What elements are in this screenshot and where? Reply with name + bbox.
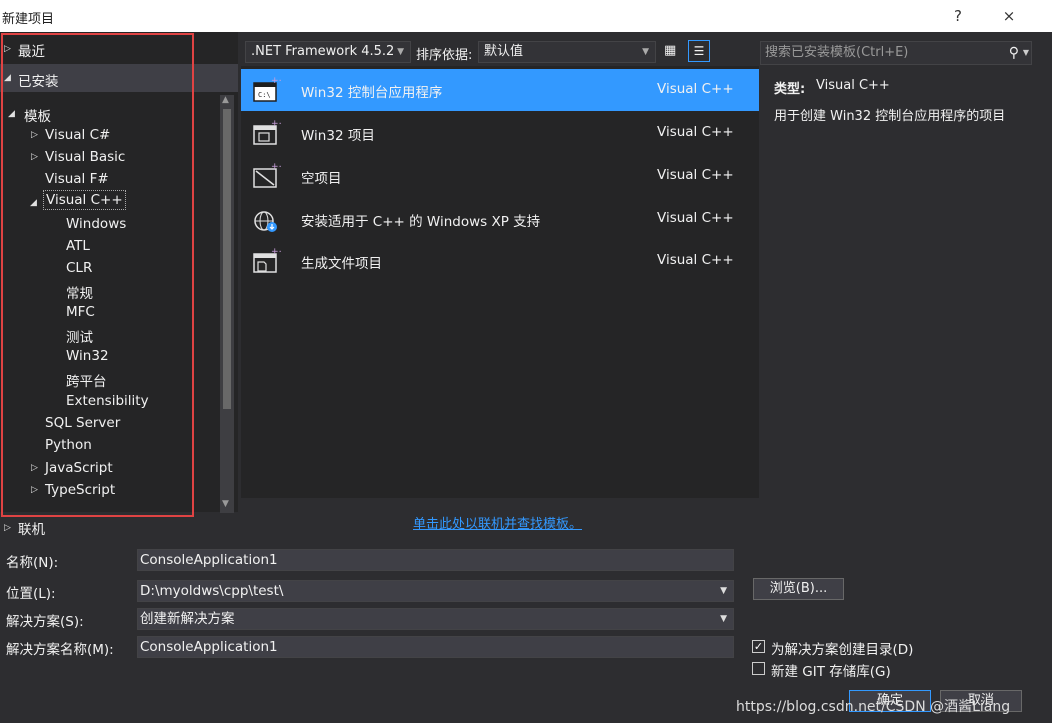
grid-view-icon[interactable]: ▦ bbox=[664, 43, 680, 59]
tree-item-online[interactable]: 联机 bbox=[18, 518, 45, 538]
title-bar: 新建项目 ? × bbox=[0, 0, 1052, 32]
search-icon[interactable]: ⚲ bbox=[1009, 42, 1019, 64]
name-field[interactable]: ConsoleApplication1 bbox=[137, 549, 734, 571]
close-button[interactable]: × bbox=[995, 4, 1023, 28]
template-row[interactable]: ++ 生成文件项目 Visual C++ bbox=[241, 240, 759, 282]
template-description: 用于创建 Win32 控制台应用程序的项目 bbox=[774, 109, 1006, 124]
template-list: C:\ ++ Win32 控制台应用程序 Visual C++ ++ Win32… bbox=[241, 66, 759, 498]
template-name: 空项目 bbox=[301, 171, 342, 187]
scroll-down-icon[interactable]: ▼ bbox=[222, 499, 229, 509]
template-row[interactable]: ++ Win32 项目 Visual C++ bbox=[241, 112, 759, 154]
location-label: 位置(L): bbox=[6, 586, 56, 602]
expand-arrow-icon[interactable]: ▷ bbox=[4, 523, 11, 533]
svg-text:++: ++ bbox=[271, 247, 281, 257]
location-value: D:\myoldws\cpp\test\ bbox=[140, 583, 284, 599]
template-language: Visual C++ bbox=[657, 81, 734, 97]
search-placeholder: 搜索已安装模板(Ctrl+E) bbox=[765, 45, 909, 60]
template-row[interactable]: ++ 空项目 Visual C++ bbox=[241, 155, 759, 197]
framework-select[interactable]: .NET Framework 4.5.2 ▼ bbox=[245, 41, 411, 63]
template-name: 安装适用于 C++ 的 Windows XP 支持 bbox=[301, 214, 541, 230]
type-label: 类型: bbox=[774, 82, 806, 97]
template-language: Visual C++ bbox=[657, 124, 734, 140]
template-name: 生成文件项目 bbox=[301, 256, 382, 272]
chevron-down-icon: ▼ bbox=[642, 47, 649, 57]
svg-text:++: ++ bbox=[271, 76, 281, 86]
template-row[interactable]: 安装适用于 C++ 的 Windows XP 支持 Visual C++ bbox=[241, 198, 759, 240]
red-highlight-box bbox=[1, 33, 194, 517]
win32-project-icon: ++ bbox=[253, 119, 281, 145]
globe-download-icon bbox=[254, 211, 277, 232]
template-name: Win32 控制台应用程序 bbox=[301, 85, 443, 101]
window-title: 新建项目 bbox=[2, 12, 55, 27]
solution-value: 创建新解决方案 bbox=[140, 611, 235, 627]
svg-text:C:\: C:\ bbox=[258, 91, 271, 99]
template-row[interactable]: C:\ ++ Win32 控制台应用程序 Visual C++ bbox=[241, 69, 759, 111]
console-app-icon: C:\ ++ bbox=[253, 76, 281, 102]
svg-text:++: ++ bbox=[271, 119, 281, 129]
details-panel: 类型: Visual C++ 用于创建 Win32 控制台应用程序的项目 bbox=[760, 66, 1052, 506]
search-box[interactable]: 搜索已安装模板(Ctrl+E) ⚲ ▼ bbox=[760, 41, 1032, 65]
solution-name-value: ConsoleApplication1 bbox=[140, 639, 278, 655]
name-value: ConsoleApplication1 bbox=[140, 552, 278, 568]
framework-value: .NET Framework 4.5.2 bbox=[251, 44, 395, 59]
solution-select[interactable]: 创建新解决方案 ▼ bbox=[137, 608, 734, 630]
template-language: Visual C++ bbox=[657, 210, 734, 226]
git-label: 新建 GIT 存储库(G) bbox=[771, 664, 891, 680]
chevron-down-icon: ▼ bbox=[720, 614, 727, 624]
browse-button[interactable]: 浏览(B)... bbox=[753, 578, 844, 600]
tree-scrollbar[interactable]: ▲ ▼ bbox=[220, 95, 234, 513]
chevron-down-icon: ▼ bbox=[397, 47, 404, 57]
chevron-down-icon[interactable]: ▼ bbox=[720, 581, 727, 601]
online-templates-link[interactable]: 单击此处以联机并查找模板。 bbox=[413, 513, 582, 532]
list-view-icon[interactable]: ☰ bbox=[688, 40, 710, 62]
makefile-project-icon: ++ bbox=[253, 247, 281, 273]
svg-text:++: ++ bbox=[271, 162, 281, 172]
watermark-text: https://blog.csdn.net/CSDN @酒酱Liang bbox=[736, 699, 1011, 715]
scroll-up-icon[interactable]: ▲ bbox=[222, 95, 229, 105]
location-field[interactable]: D:\myoldws\cpp\test\ ▼ bbox=[137, 580, 734, 602]
chevron-down-icon[interactable]: ▼ bbox=[1023, 42, 1029, 64]
template-name: Win32 项目 bbox=[301, 128, 375, 144]
empty-project-icon: ++ bbox=[253, 162, 281, 188]
create-dir-checkbox[interactable]: ✓ bbox=[752, 640, 765, 653]
solution-name-label: 解决方案名称(M): bbox=[6, 642, 114, 658]
template-language: Visual C++ bbox=[657, 167, 734, 183]
sort-value: 默认值 bbox=[484, 44, 524, 59]
git-checkbox[interactable] bbox=[752, 662, 765, 675]
help-button[interactable]: ? bbox=[944, 4, 972, 28]
template-language: Visual C++ bbox=[657, 252, 734, 268]
solution-name-field[interactable]: ConsoleApplication1 bbox=[137, 636, 734, 658]
sort-select[interactable]: 默认值 ▼ bbox=[478, 41, 656, 63]
type-value: Visual C++ bbox=[816, 78, 890, 93]
create-dir-label: 为解决方案创建目录(D) bbox=[771, 642, 914, 658]
solution-label: 解决方案(S): bbox=[6, 614, 84, 630]
scrollbar-thumb[interactable] bbox=[223, 109, 231, 409]
sort-label: 排序依据: bbox=[416, 48, 473, 63]
name-label: 名称(N): bbox=[6, 555, 59, 571]
